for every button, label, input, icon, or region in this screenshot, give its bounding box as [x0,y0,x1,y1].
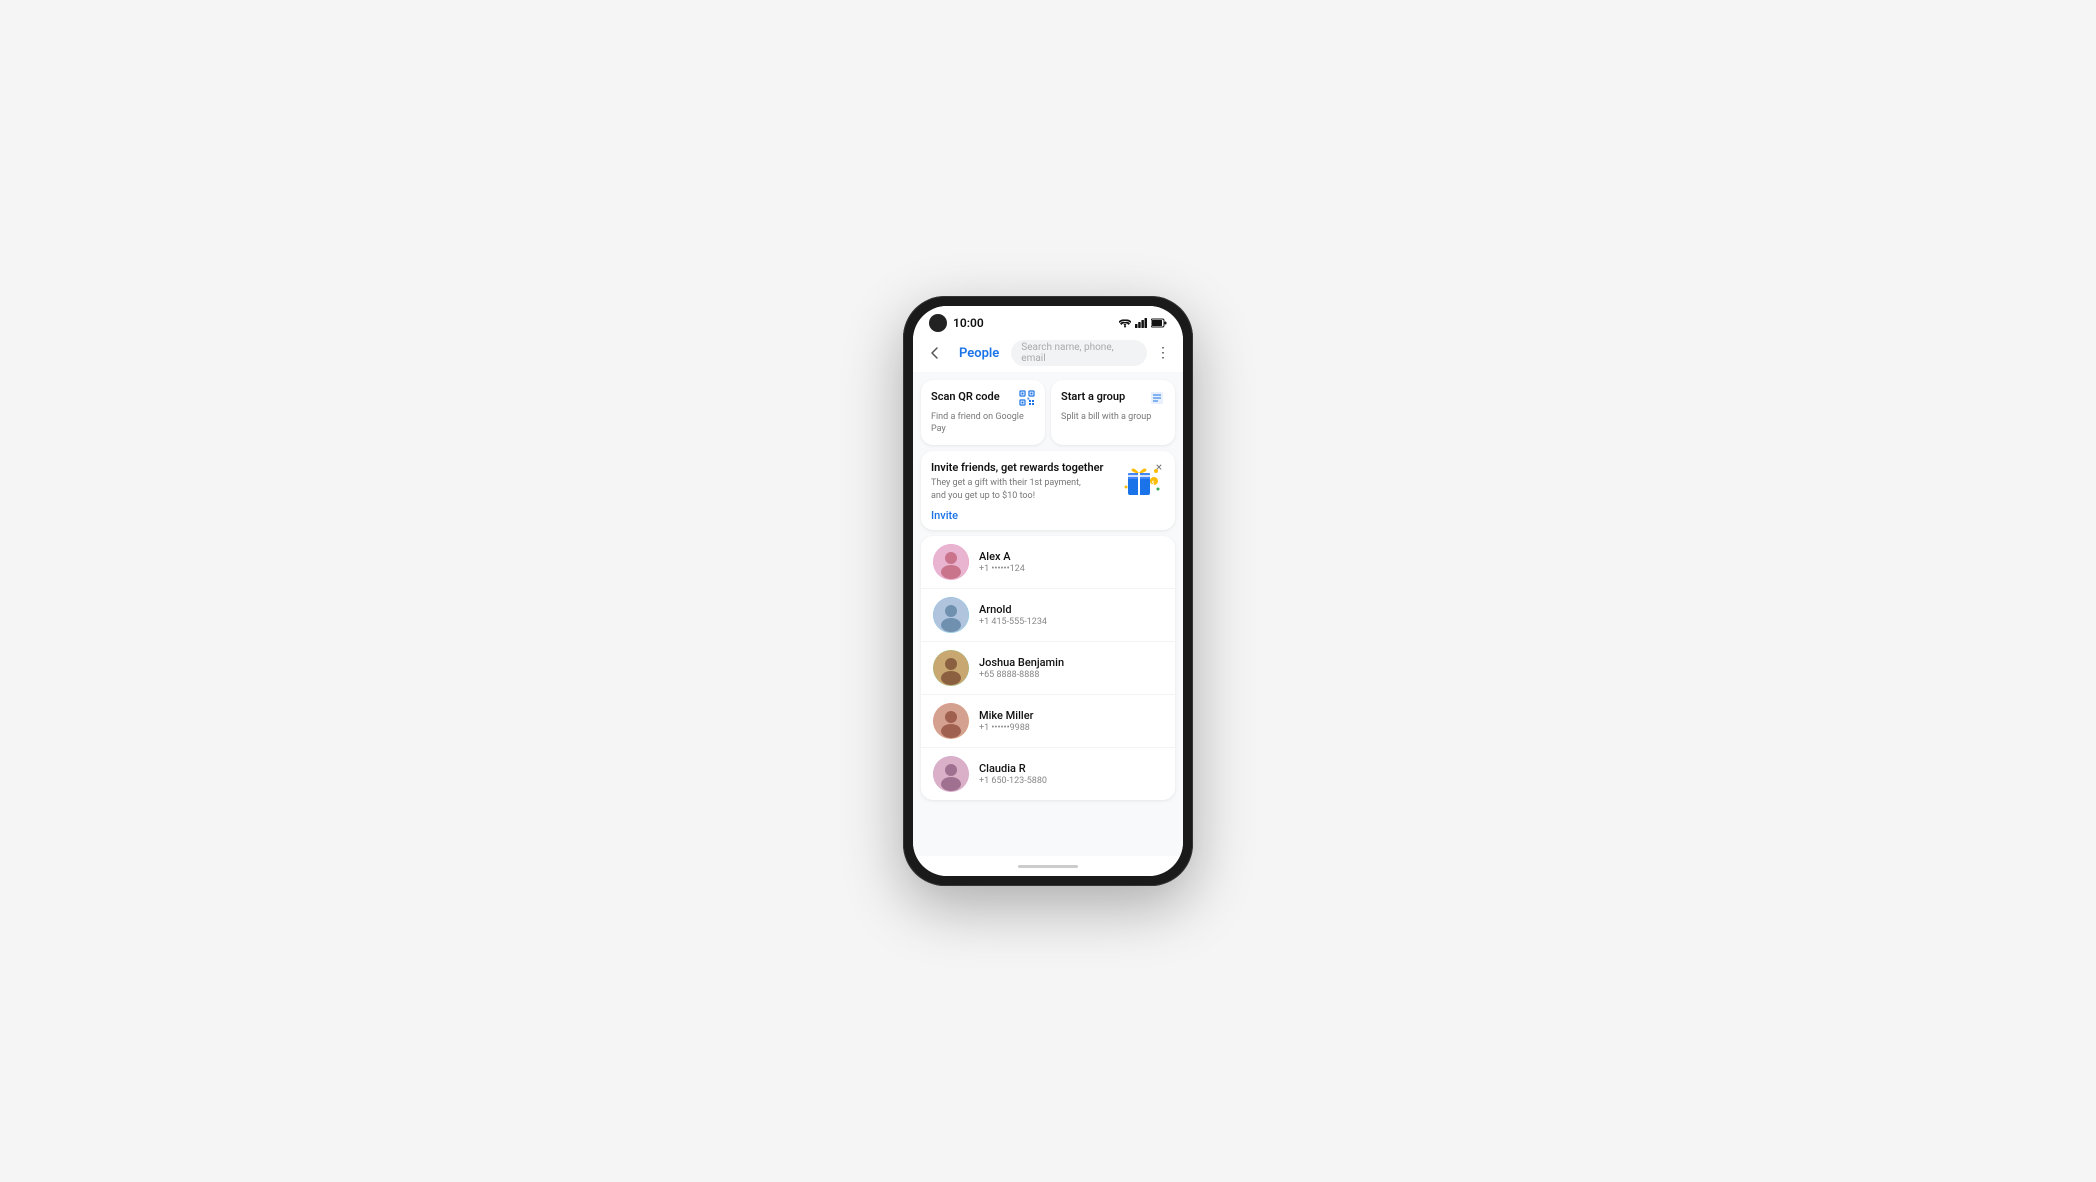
action-cards-row: Scan QR code [921,380,1175,445]
contact-item[interactable]: Alex A +1 ••••••124 [921,536,1175,589]
contacts-list: Alex A +1 ••••••124 Arnold [921,536,1175,800]
contact-item[interactable]: Claudia R +1 650-123-5880 [921,748,1175,800]
contact-name: Joshua Benjamin [979,656,1163,669]
avatar [933,650,969,686]
start-group-header: Start a group [1061,390,1165,410]
group-list-icon [1149,390,1165,410]
contact-name: Claudia R [979,762,1163,775]
phone-device: 10:00 [903,296,1193,886]
contact-name: Arnold [979,603,1163,616]
avatar [933,703,969,739]
signal-icon [1135,318,1147,328]
more-menu-button[interactable]: ⋮ [1153,343,1173,363]
start-group-title: Start a group [1061,390,1125,404]
search-input[interactable]: Search name, phone, email [1011,340,1147,366]
avatar [933,544,969,580]
start-group-desc: Split a bill with a group [1061,412,1165,424]
contact-info: Claudia R +1 650-123-5880 [979,762,1163,786]
contact-phone: +1 ••••••9988 [979,723,1163,733]
contact-name: Alex A [979,550,1163,563]
back-button[interactable] [923,341,947,365]
scan-qr-desc: Find a friend on Google Pay [931,412,1035,435]
status-left: 10:00 [929,314,984,332]
contact-item[interactable]: Arnold +1 415-555-1234 [921,589,1175,642]
scan-qr-title: Scan QR code [931,390,1000,404]
avatar [933,597,969,633]
battery-icon [1151,318,1167,328]
contact-phone: +1 ••••••124 [979,564,1163,574]
home-indicator [913,856,1183,876]
contact-info: Mike Miller +1 ••••••9988 [979,709,1163,733]
people-tab[interactable]: People [953,344,1005,363]
status-bar: 10:00 [913,306,1183,336]
contact-info: Alex A +1 ••••••124 [979,550,1163,574]
invite-banner-description: They get a gift with their 1st payment, … [931,477,1083,502]
status-icons [1119,318,1167,328]
contact-phone: +1 650-123-5880 [979,776,1163,786]
invite-link-button[interactable]: Invite [931,509,1165,522]
qr-code-icon [1019,390,1035,410]
phone-screen: 10:00 [913,306,1183,876]
scan-qr-card[interactable]: Scan QR code [921,380,1045,445]
search-placeholder: Search name, phone, email [1021,342,1137,364]
home-bar [1018,865,1078,868]
contact-info: Arnold +1 415-555-1234 [979,603,1163,627]
invite-illustration: $ [1120,459,1165,509]
camera-icon [929,314,947,332]
invite-banner: × Invite friends, get rewards together T… [921,451,1175,529]
svg-text:$: $ [1152,480,1155,487]
main-content: Scan QR code [913,372,1183,856]
top-bar: People Search name, phone, email ⋮ [913,336,1183,372]
contact-item[interactable]: Mike Miller +1 ••••••9988 [921,695,1175,748]
contact-item[interactable]: Joshua Benjamin +65 8888-8888 [921,642,1175,695]
start-group-card[interactable]: Start a group Split a bill with a group [1051,380,1175,445]
avatar [933,756,969,792]
status-time: 10:00 [953,316,984,330]
wifi-icon [1119,318,1131,328]
contact-name: Mike Miller [979,709,1163,722]
contact-phone: +1 415-555-1234 [979,617,1163,627]
contact-info: Joshua Benjamin +65 8888-8888 [979,656,1163,680]
contact-phone: +65 8888-8888 [979,670,1163,680]
scan-qr-header: Scan QR code [931,390,1035,410]
